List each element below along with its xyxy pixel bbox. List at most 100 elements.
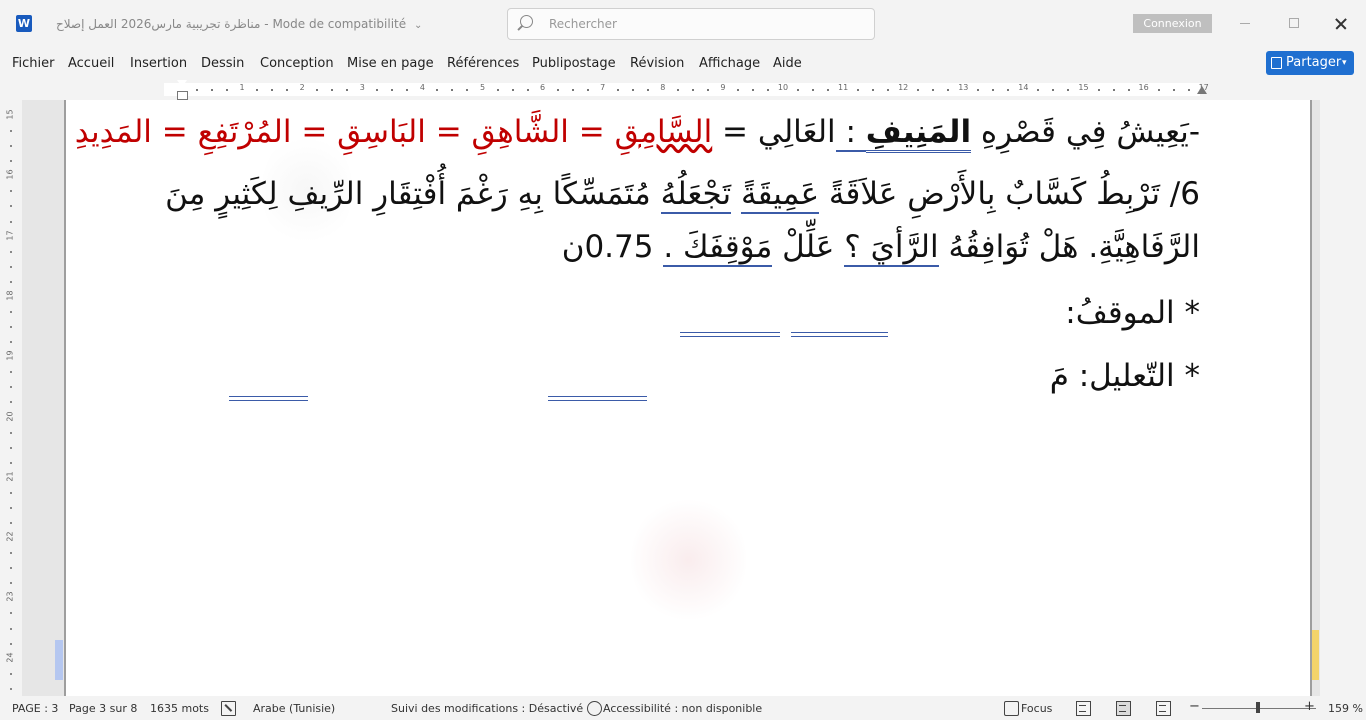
ruler-tick: [196, 89, 199, 91]
ruler-tick: [947, 89, 950, 91]
doc-line-question-6-cont: الرَّفَاهِيَّةِ. هَلْ تُوَافِقُهُ الرَّأ…: [561, 229, 1200, 267]
ruler-tick: [977, 89, 980, 91]
ruler-tick: [10, 205, 12, 208]
ruler-tick: [10, 190, 12, 193]
tab-revision[interactable]: Révision: [630, 56, 684, 71]
tab-dessin[interactable]: Dessin: [201, 56, 244, 71]
ruler-tick: [872, 89, 875, 91]
tab-publipostage[interactable]: Publipostage: [532, 56, 616, 71]
ruler-tick: [1112, 89, 1115, 91]
ruler-tick: [331, 89, 334, 91]
ruler-tick: [496, 89, 499, 91]
track-changes-status[interactable]: Suivi des modifications : Désactivé: [391, 702, 583, 715]
ruler-tick: [466, 89, 469, 91]
maximize-icon[interactable]: [1282, 13, 1306, 33]
ruler-number: 5: [479, 83, 486, 92]
ruler-tick: [10, 341, 12, 344]
ruler-number: 17: [5, 230, 15, 241]
zoom-slider-thumb[interactable]: [1256, 702, 1260, 713]
ruler-tick: [10, 446, 12, 449]
focus-label[interactable]: Focus: [1021, 702, 1052, 715]
zoom-level[interactable]: 159 %: [1328, 702, 1363, 715]
ruler-number: 24: [5, 652, 15, 663]
ruler-number: 1: [239, 83, 245, 92]
ruler-tick: [10, 506, 12, 509]
ruler-tick: [10, 567, 12, 570]
ruler-tick: [1157, 89, 1160, 91]
watermark-decoration: [631, 495, 746, 625]
ruler-tick: [10, 160, 12, 163]
web-layout-icon[interactable]: [1156, 701, 1171, 716]
title-bar: W مناظرة تجريبية مارس2026 العمل إصلاح - …: [0, 0, 1366, 48]
ruler-number: 16: [5, 169, 15, 180]
vertical-ruler[interactable]: 15 16 17 18 19 20 21 22 23 24: [0, 100, 22, 696]
tab-mise-en-page[interactable]: Mise en page: [347, 56, 434, 71]
zoom-in-button[interactable]: +: [1304, 699, 1315, 714]
ruler-tick: [316, 89, 319, 91]
signin-button[interactable]: Connexion: [1133, 14, 1212, 33]
ruler-tick: [10, 145, 12, 148]
accessibility-status[interactable]: Accessibilité : non disponible: [603, 702, 762, 715]
page-indicator[interactable]: PAGE : 3: [12, 702, 58, 715]
read-mode-icon[interactable]: [1076, 701, 1091, 716]
ruler-tick: [10, 386, 12, 389]
language[interactable]: Arabe (Tunisie): [253, 702, 335, 715]
proofing-icon[interactable]: [221, 701, 236, 716]
tab-accueil[interactable]: Accueil: [68, 56, 114, 71]
tab-references[interactable]: Références: [447, 56, 519, 71]
indent-marker-icon[interactable]: [177, 80, 188, 100]
horizontal-ruler[interactable]: 1 2 3 4 5 6 7 8 9 10 11 12 13 14 15 16 17: [24, 80, 1316, 100]
ruler-tick: [10, 687, 12, 690]
accessibility-icon[interactable]: [587, 701, 602, 716]
ruler-number: 14: [1018, 83, 1029, 92]
margin-accent: [55, 640, 63, 680]
right-indent-marker-icon[interactable]: [1197, 86, 1207, 94]
compatibility-mode: Mode de compatibilité: [272, 17, 407, 31]
ruler-tick: [376, 89, 379, 91]
page-count[interactable]: Page 3 sur 8: [69, 702, 137, 715]
close-icon[interactable]: [1329, 13, 1353, 33]
ruler-tick: [616, 89, 619, 91]
tab-affichage[interactable]: Affichage: [699, 56, 760, 71]
zoom-out-button[interactable]: −: [1189, 699, 1200, 714]
word-count[interactable]: 1635 mots: [150, 702, 209, 715]
ruler-tick: [827, 89, 830, 91]
ruler-tick: [556, 89, 559, 91]
ruler-tick: [1127, 89, 1130, 91]
ruler-number: 19: [5, 350, 15, 361]
ruler-tick: [10, 552, 12, 555]
ruler-tick: [406, 89, 409, 91]
ruler-tick: [1052, 89, 1055, 91]
ruler-tick: [10, 250, 12, 253]
answer-blank: [229, 396, 308, 401]
ruler-number: 7: [600, 83, 606, 92]
search-icon: [520, 15, 533, 28]
ruler-number: 4: [419, 83, 425, 92]
ruler-tick: [691, 89, 694, 91]
ruler-number: 15: [5, 109, 15, 120]
tab-aide[interactable]: Aide: [773, 56, 802, 71]
tab-insertion[interactable]: Insertion: [130, 56, 187, 71]
ruler-number: 9: [720, 83, 726, 92]
ruler-number: 23: [5, 591, 15, 602]
focus-icon[interactable]: [1004, 701, 1019, 716]
print-layout-icon[interactable]: [1116, 701, 1131, 716]
ruler-tick: [10, 627, 12, 630]
ruler-tick: [10, 431, 12, 434]
tab-fichier[interactable]: Fichier: [12, 56, 55, 71]
minimize-icon[interactable]: [1233, 13, 1257, 33]
search-placeholder: Rechercher: [549, 17, 617, 31]
document-title: مناظرة تجريبية مارس2026 العمل إصلاح: [56, 17, 261, 31]
search-box[interactable]: Rechercher: [507, 8, 875, 40]
ruler-tick: [271, 89, 274, 91]
document-canvas[interactable]: -يَعِيشُ فِي قَصْرِهِ المَنِيفِ : العَال…: [22, 100, 1320, 696]
ruler-tick: [571, 89, 574, 91]
tab-conception[interactable]: Conception: [260, 56, 334, 71]
share-label: Partager: [1286, 55, 1342, 70]
doc-line-position: * الموقفُ:: [1065, 295, 1200, 331]
ruler-tick: [211, 89, 214, 91]
document-title-area[interactable]: مناظرة تجريبية مارس2026 العمل إصلاح - Mo…: [56, 17, 422, 31]
share-button[interactable]: Partager ▾: [1266, 51, 1354, 75]
document-page[interactable]: -يَعِيشُ فِي قَصْرِهِ المَنِيفِ : العَال…: [64, 100, 1312, 696]
ruler-tick: [10, 522, 12, 525]
